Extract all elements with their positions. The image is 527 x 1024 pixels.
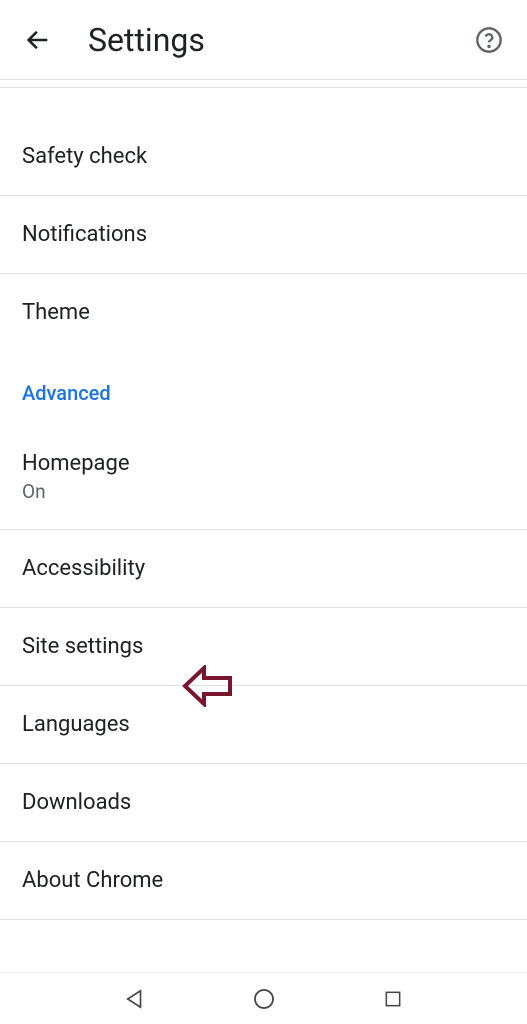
settings-item-site-settings[interactable]: Site settings [0, 608, 527, 686]
settings-item-about-chrome[interactable]: About Chrome [0, 842, 527, 920]
item-label: Notifications [22, 222, 505, 247]
square-recent-icon [383, 989, 403, 1009]
triangle-back-icon [124, 988, 146, 1010]
settings-item-safety-check[interactable]: Safety check [0, 118, 527, 196]
section-spacer [0, 88, 527, 118]
settings-item-notifications[interactable]: Notifications [0, 196, 527, 274]
settings-item-languages[interactable]: Languages [0, 686, 527, 764]
settings-item-homepage[interactable]: Homepage On [0, 425, 527, 530]
nav-home-button[interactable] [239, 979, 289, 1019]
partial-previous-item [0, 80, 527, 88]
item-sublabel: On [22, 480, 505, 503]
circle-home-icon [252, 987, 276, 1011]
android-nav-bar [0, 972, 527, 1024]
back-button[interactable] [18, 20, 58, 60]
page-title: Settings [88, 21, 469, 59]
item-label: Languages [22, 712, 505, 737]
item-label: Downloads [22, 790, 505, 815]
settings-item-theme[interactable]: Theme [0, 274, 527, 351]
nav-recent-button[interactable] [368, 979, 418, 1019]
item-label: Accessibility [22, 556, 505, 581]
item-label: Safety check [22, 144, 505, 169]
item-label: Homepage [22, 451, 505, 476]
nav-back-button[interactable] [110, 979, 160, 1019]
app-header: Settings [0, 0, 527, 80]
section-header-advanced: Advanced [0, 351, 527, 425]
item-label: Theme [22, 300, 505, 325]
settings-item-accessibility[interactable]: Accessibility [0, 530, 527, 608]
item-label: Site settings [22, 634, 505, 659]
item-label: About Chrome [22, 868, 505, 893]
settings-item-downloads[interactable]: Downloads [0, 764, 527, 842]
help-button[interactable] [469, 20, 509, 60]
arrow-left-icon [24, 26, 52, 54]
help-icon [475, 26, 503, 54]
